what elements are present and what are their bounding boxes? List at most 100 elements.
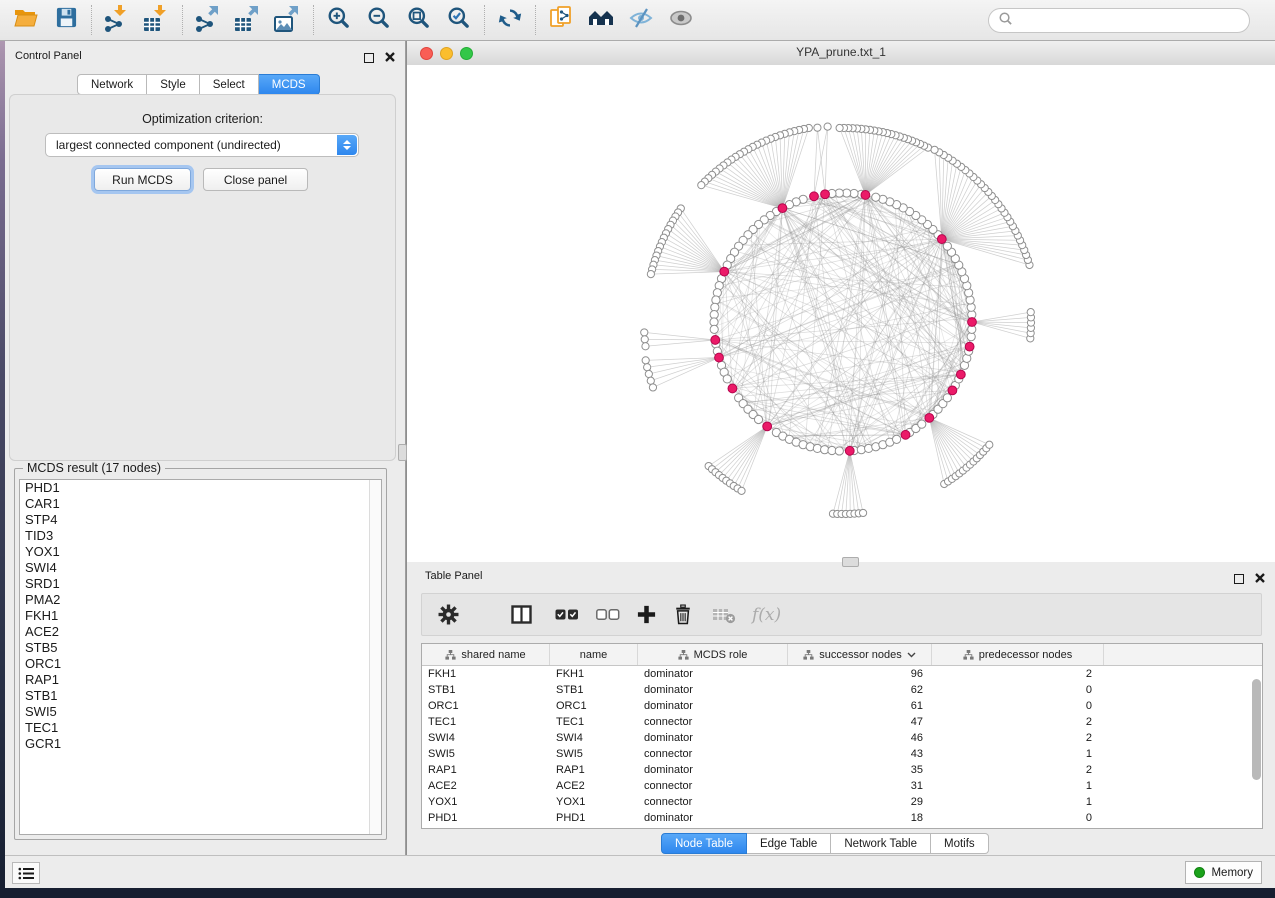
network-view-window: YPA_prune.txt_1	[406, 41, 1275, 562]
zoom-fit-button[interactable]	[399, 3, 439, 37]
result-list-item[interactable]: FKH1	[20, 608, 381, 624]
table-cell: 0	[932, 698, 1104, 714]
criterion-dropdown[interactable]: largest connected component (undirected)	[45, 133, 359, 157]
first-neighbors-button[interactable]	[581, 3, 621, 37]
maximize-traffic-light[interactable]	[460, 47, 473, 60]
result-list-item[interactable]: RAP1	[20, 672, 381, 688]
close-panel-button[interactable]: Close panel	[203, 168, 308, 191]
table-row[interactable]: ACE2ACE2connector311	[422, 778, 1262, 794]
tab-select[interactable]: Select	[200, 74, 259, 95]
result-list-item[interactable]: ORC1	[20, 656, 381, 672]
result-list-item[interactable]: STB1	[20, 688, 381, 704]
memory-button[interactable]: Memory	[1185, 861, 1262, 884]
table-row[interactable]: TEC1TEC1connector472	[422, 714, 1262, 730]
import-network-button[interactable]	[97, 3, 137, 37]
table-cell: connector	[638, 746, 788, 762]
table-cell: PHD1	[550, 810, 638, 826]
close-icon[interactable]	[385, 49, 395, 67]
table-cell: SWI4	[422, 730, 550, 746]
result-list-item[interactable]: GCR1	[20, 736, 381, 752]
column-header-shared-name[interactable]: shared name	[422, 644, 550, 665]
table-row[interactable]: FKH1FKH1dominator962	[422, 666, 1262, 682]
table-row[interactable]: PHD1PHD1dominator180	[422, 810, 1262, 826]
tab-network-table[interactable]: Network Table	[831, 833, 931, 854]
column-header-predecessor-nodes[interactable]: predecessor nodes	[932, 644, 1104, 665]
result-list-item[interactable]: TEC1	[20, 720, 381, 736]
table-cell: 61	[788, 698, 932, 714]
run-mcds-button[interactable]: Run MCDS	[94, 168, 191, 191]
float-icon[interactable]	[1234, 574, 1244, 584]
mcds-result-items: PHD1CAR1STP4TID3YOX1SWI4SRD1PMA2FKH1ACE2…	[20, 480, 381, 752]
search-input[interactable]	[1018, 10, 1249, 32]
result-list-item[interactable]: TID3	[20, 528, 381, 544]
float-icon[interactable]	[364, 53, 374, 63]
table-row[interactable]: SWI5SWI5connector431	[422, 746, 1262, 762]
table-cell: dominator	[638, 698, 788, 714]
control-panel-tabs: NetworkStyleSelectMCDS	[77, 74, 320, 95]
export-network-button[interactable]	[188, 3, 228, 37]
refresh-button[interactable]	[490, 3, 530, 37]
zoom-out-button[interactable]	[359, 3, 399, 37]
result-list-item[interactable]: PHD1	[20, 480, 381, 496]
mcds-result-list[interactable]: PHD1CAR1STP4TID3YOX1SWI4SRD1PMA2FKH1ACE2…	[19, 479, 382, 835]
network-window-title: YPA_prune.txt_1	[407, 41, 1275, 64]
export-table-button[interactable]	[228, 3, 268, 37]
zoom-selected-button[interactable]	[439, 3, 479, 37]
export-image-button[interactable]	[268, 3, 308, 37]
result-list-item[interactable]: ACE2	[20, 624, 381, 640]
result-list-item[interactable]: YOX1	[20, 544, 381, 560]
result-list-item[interactable]: SWI5	[20, 704, 381, 720]
show-columns-button[interactable]	[511, 605, 532, 624]
table-row[interactable]: ORC1ORC1dominator610	[422, 698, 1262, 714]
task-history-button[interactable]	[12, 862, 40, 884]
table-toolbar: f(x)	[421, 593, 1262, 636]
result-list-item[interactable]: SWI4	[20, 560, 381, 576]
add-button[interactable]	[637, 605, 656, 624]
delete-button[interactable]	[674, 604, 692, 625]
column-header-name[interactable]: name	[550, 644, 638, 665]
network-window-titlebar[interactable]: YPA_prune.txt_1	[407, 41, 1275, 66]
select-all-button[interactable]	[555, 609, 579, 620]
close-icon[interactable]	[1255, 570, 1265, 588]
column-header-successor-nodes[interactable]: successor nodes	[788, 644, 932, 665]
tab-network[interactable]: Network	[77, 74, 147, 95]
horizontal-splitter-handle[interactable]	[842, 557, 859, 567]
save-button[interactable]	[46, 3, 86, 37]
result-list-item[interactable]: PMA2	[20, 592, 381, 608]
show-all-icon	[668, 8, 694, 33]
deselect-all-button[interactable]	[596, 609, 620, 620]
network-graph[interactable]	[407, 65, 1275, 561]
result-list-scrollbar[interactable]	[369, 480, 381, 834]
tab-edge-table[interactable]: Edge Table	[747, 833, 831, 854]
node-table[interactable]: shared name name MCDS role successor nod…	[421, 643, 1263, 829]
table-settings-button[interactable]	[438, 604, 459, 625]
minimize-traffic-light[interactable]	[440, 47, 453, 60]
table-row[interactable]: RAP1RAP1dominator352	[422, 762, 1262, 778]
table-cell: FKH1	[422, 666, 550, 682]
result-list-item[interactable]: STB5	[20, 640, 381, 656]
table-row[interactable]: YOX1YOX1connector291	[422, 794, 1262, 810]
show-all-button[interactable]	[661, 3, 701, 37]
column-header-mcds-role[interactable]: MCDS role	[638, 644, 788, 665]
hide-selected-button[interactable]	[621, 3, 661, 37]
search-box[interactable]	[988, 8, 1250, 33]
table-row[interactable]: SWI4SWI4dominator462	[422, 730, 1262, 746]
duplicate-network-button[interactable]	[541, 3, 581, 37]
network-canvas[interactable]	[407, 65, 1275, 561]
result-list-item[interactable]: CAR1	[20, 496, 381, 512]
result-list-item[interactable]: SRD1	[20, 576, 381, 592]
table-cell: STB1	[550, 682, 638, 698]
tab-style[interactable]: Style	[147, 74, 200, 95]
zoom-out-icon	[367, 6, 391, 35]
vertical-splitter-handle[interactable]	[398, 444, 407, 461]
tab-node-table[interactable]: Node Table	[661, 833, 747, 854]
tab-mcds[interactable]: MCDS	[259, 74, 320, 95]
import-table-button[interactable]	[137, 3, 177, 37]
table-row[interactable]: STB1STB1dominator620	[422, 682, 1262, 698]
zoom-in-button[interactable]	[319, 3, 359, 37]
open-button[interactable]	[6, 3, 46, 37]
tab-motifs[interactable]: Motifs	[931, 833, 989, 854]
close-traffic-light[interactable]	[420, 47, 433, 60]
table-scrollbar-thumb[interactable]	[1252, 679, 1261, 780]
result-list-item[interactable]: STP4	[20, 512, 381, 528]
